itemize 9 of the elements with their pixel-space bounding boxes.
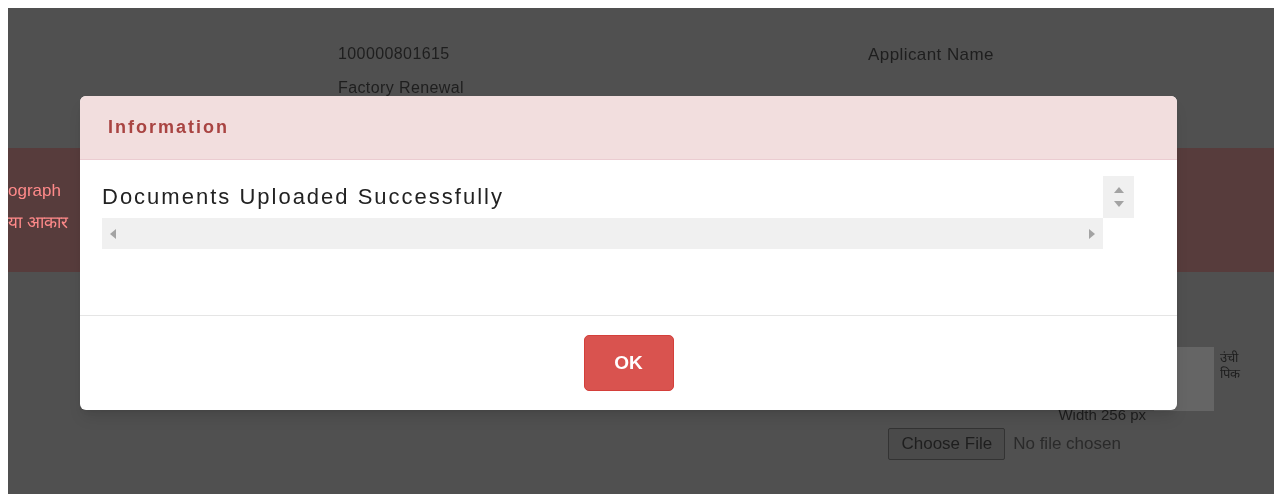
scroll-left-icon[interactable]: [110, 228, 116, 239]
notice-text: या आकार: [8, 211, 68, 234]
scroll-right-icon[interactable]: [1089, 228, 1095, 239]
scroll-up-icon[interactable]: [1113, 187, 1124, 193]
ok-button[interactable]: OK: [583, 335, 674, 391]
dialog-message: Documents Uploaded Successfully: [102, 183, 505, 211]
notice-text: ograph: [8, 180, 61, 202]
scroll-down-icon[interactable]: [1113, 201, 1124, 207]
dialog-title: Information: [108, 116, 229, 139]
